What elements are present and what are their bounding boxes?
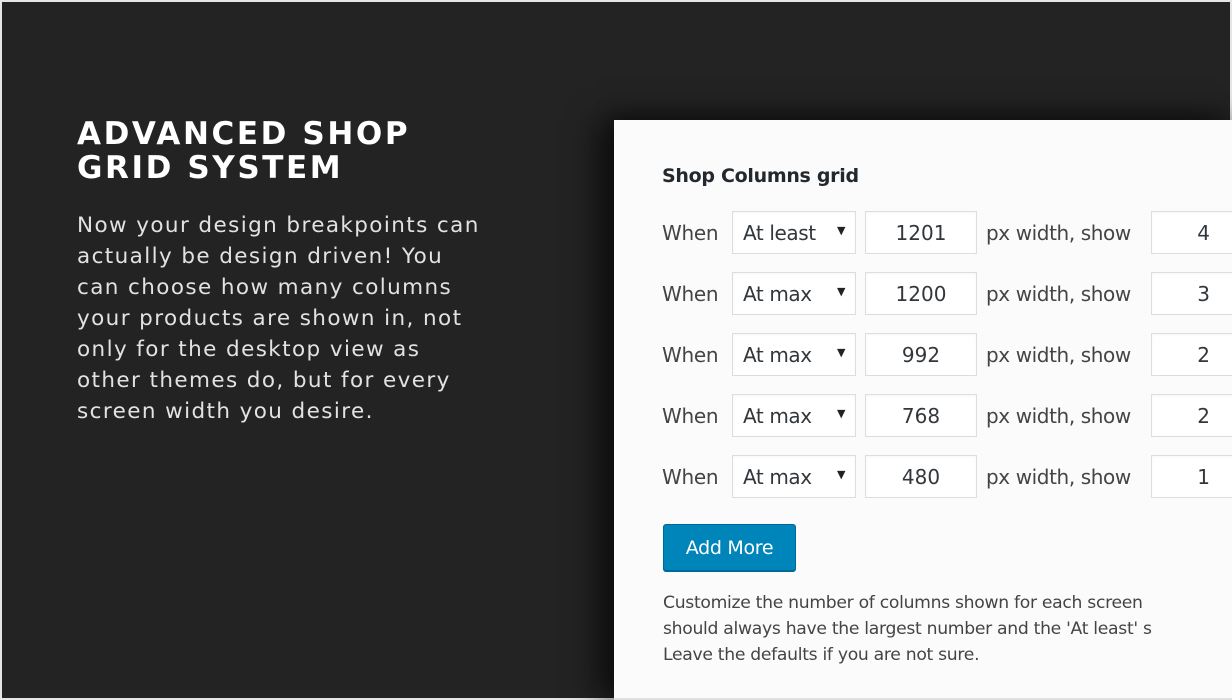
rule-width-label: px width, show: [986, 464, 1131, 489]
columns-count-input[interactable]: [1151, 455, 1232, 498]
rule-width-label: px width, show: [986, 403, 1131, 428]
condition-select-value: At max: [743, 403, 812, 428]
feature-description: Now your design breakpoints can actually…: [77, 210, 547, 427]
dropdown-arrow-icon: ▼: [836, 468, 845, 481]
rule-when-label: When: [662, 281, 719, 306]
help-description: Customize the number of columns shown fo…: [663, 590, 1152, 668]
columns-count-input[interactable]: [1151, 333, 1232, 376]
condition-select[interactable]: At max ▼: [732, 333, 856, 376]
condition-select-value: At max: [743, 281, 812, 306]
breakpoint-rule-row: When At max ▼ px width, show: [662, 272, 1232, 315]
add-more-button[interactable]: Add More: [663, 524, 796, 571]
columns-count-input[interactable]: [1151, 272, 1232, 315]
dropdown-arrow-icon: ▼: [836, 224, 845, 237]
feature-description-line: actually be design driven! You: [77, 244, 444, 269]
help-description-line: should always have the largest number an…: [663, 619, 1152, 639]
feature-description-line: can choose how many columns: [77, 275, 453, 300]
breakpoint-rule-row: When At max ▼ px width, show: [662, 333, 1232, 376]
condition-select-value: At max: [743, 464, 812, 489]
feature-title: ADVANCED SHOP GRID SYSTEM: [77, 117, 410, 185]
help-description-line: Leave the defaults if you are not sure.: [663, 645, 980, 665]
rule-width-label: px width, show: [986, 281, 1131, 306]
condition-select[interactable]: At max ▼: [732, 455, 856, 498]
feature-description-line: other themes do, but for every: [77, 368, 451, 393]
help-description-line: Customize the number of columns shown fo…: [663, 593, 1143, 613]
columns-count-input[interactable]: [1151, 211, 1232, 254]
feature-description-line: only for the desktop view as: [77, 337, 421, 362]
breakpoint-width-input[interactable]: [865, 211, 977, 254]
feature-description-line: your products are shown in, not: [77, 306, 463, 331]
shop-columns-settings-panel: Shop Columns grid When At least ▼ px wid…: [614, 120, 1232, 700]
breakpoint-width-input[interactable]: [865, 394, 977, 437]
breakpoint-rule-row: When At max ▼ px width, show: [662, 394, 1232, 437]
condition-select-value: At least: [743, 220, 816, 245]
condition-select[interactable]: At max ▼: [732, 394, 856, 437]
breakpoint-rule-row: When At max ▼ px width, show: [662, 455, 1232, 498]
columns-count-input[interactable]: [1151, 394, 1232, 437]
panel-heading: Shop Columns grid: [662, 165, 859, 187]
feature-title-line: ADVANCED SHOP: [77, 116, 411, 152]
rule-width-label: px width, show: [986, 220, 1131, 245]
rule-when-label: When: [662, 220, 719, 245]
dropdown-arrow-icon: ▼: [836, 407, 845, 420]
dropdown-arrow-icon: ▼: [836, 285, 845, 298]
condition-select[interactable]: At max ▼: [732, 272, 856, 315]
feature-title-line: GRID SYSTEM: [77, 150, 344, 186]
rule-when-label: When: [662, 342, 719, 367]
breakpoint-width-input[interactable]: [865, 272, 977, 315]
breakpoint-width-input[interactable]: [865, 333, 977, 376]
rule-when-label: When: [662, 403, 719, 428]
breakpoint-rule-row: When At least ▼ px width, show: [662, 211, 1232, 254]
rule-when-label: When: [662, 464, 719, 489]
rule-width-label: px width, show: [986, 342, 1131, 367]
dropdown-arrow-icon: ▼: [836, 346, 845, 359]
condition-select-value: At max: [743, 342, 812, 367]
condition-select[interactable]: At least ▼: [732, 211, 856, 254]
breakpoint-width-input[interactable]: [865, 455, 977, 498]
feature-description-line: screen width you desire.: [77, 399, 374, 424]
feature-description-line: Now your design breakpoints can: [77, 213, 480, 238]
